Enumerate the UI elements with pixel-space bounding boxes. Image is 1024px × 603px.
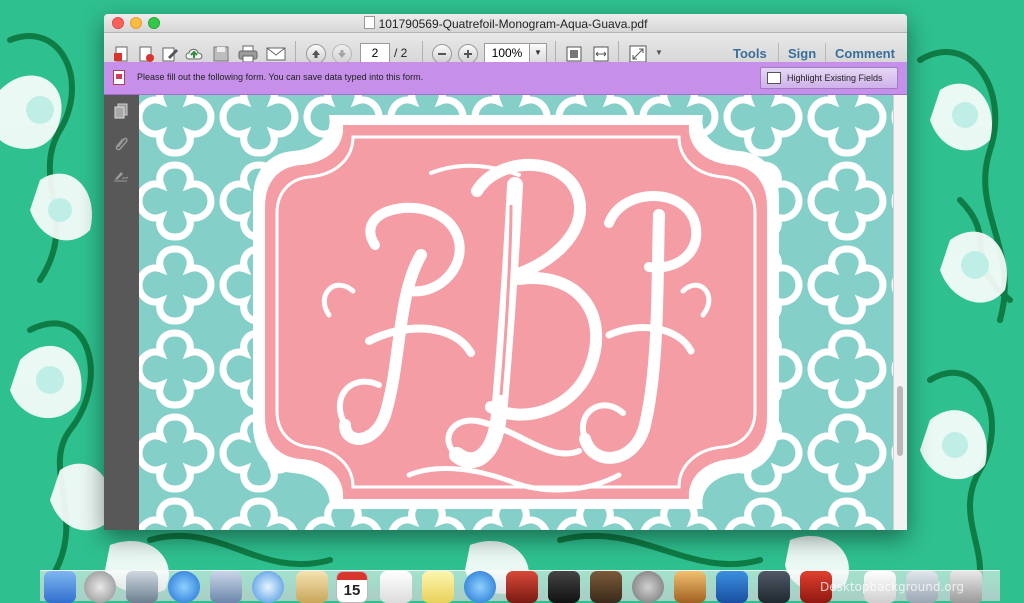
reminders-icon[interactable] xyxy=(380,571,412,603)
cloud-upload-icon[interactable] xyxy=(184,44,204,64)
facetime-icon[interactable] xyxy=(758,571,790,603)
imovie-icon[interactable] xyxy=(548,571,580,603)
notes-icon[interactable] xyxy=(422,571,454,603)
finder-icon[interactable] xyxy=(44,571,76,603)
form-notification-bar: Please fill out the following form. You … xyxy=(104,62,907,95)
comment-link[interactable]: Comment xyxy=(835,46,895,61)
system-preferences-icon[interactable] xyxy=(632,571,664,603)
save-icon[interactable] xyxy=(211,44,231,64)
highlight-fields-icon xyxy=(767,72,781,84)
tools-link[interactable]: Tools xyxy=(733,46,767,61)
window-title: 101790569-Quatrefoil-Monogram-Aqua-Guava… xyxy=(378,17,648,31)
highlight-fields-button[interactable]: Highlight Existing Fields xyxy=(760,67,898,89)
app-store-icon[interactable] xyxy=(168,571,200,603)
create-pdf-icon[interactable] xyxy=(112,44,132,64)
garageband-icon[interactable] xyxy=(674,571,706,603)
safari-icon[interactable] xyxy=(252,571,284,603)
mission-control-icon[interactable] xyxy=(126,571,158,603)
itunes-icon[interactable] xyxy=(464,571,496,603)
scrollbar-thumb[interactable] xyxy=(897,386,903,456)
watermark-text: Desktopbackground.org xyxy=(820,580,964,594)
preview-icon[interactable] xyxy=(210,571,242,603)
calendar-icon[interactable]: 15 xyxy=(336,571,368,603)
form-message: Please fill out the following form. You … xyxy=(137,72,424,82)
highlight-fields-label: Highlight Existing Fields xyxy=(787,73,883,83)
window-title-area: 101790569-Quatrefoil-Monogram-Aqua-Guava… xyxy=(104,16,907,31)
vertical-scrollbar[interactable] xyxy=(893,95,907,530)
title-bar: 101790569-Quatrefoil-Monogram-Aqua-Guava… xyxy=(104,14,907,33)
calendar-day: 15 xyxy=(343,582,361,599)
zoom-level-input[interactable]: 100% xyxy=(484,43,530,63)
zoom-dropdown-button[interactable]: ▼ xyxy=(529,43,547,63)
page-thumbnails-icon[interactable] xyxy=(113,103,129,119)
launchpad-icon[interactable] xyxy=(84,571,116,603)
page-up-icon[interactable] xyxy=(306,44,326,64)
fullscreen-icon[interactable] xyxy=(628,44,648,64)
zoom-out-icon[interactable] xyxy=(432,44,452,64)
photo-booth-icon[interactable] xyxy=(506,571,538,603)
pdf-document-icon xyxy=(363,16,375,29)
print-icon[interactable] xyxy=(238,44,258,64)
sign-link[interactable]: Sign xyxy=(788,46,816,61)
iphoto-icon[interactable] xyxy=(590,571,622,603)
attachments-icon[interactable] xyxy=(113,135,129,151)
navigation-sidebar xyxy=(104,95,139,530)
word-icon[interactable] xyxy=(716,571,748,603)
document-page: E B J xyxy=(139,95,893,530)
fit-width-icon[interactable] xyxy=(591,44,611,64)
toolbar-more-dropdown[interactable]: ▼ xyxy=(655,48,663,57)
zoom-in-icon[interactable] xyxy=(458,44,478,64)
contacts-icon[interactable] xyxy=(296,571,328,603)
email-icon[interactable] xyxy=(266,44,286,64)
save-pdf-icon[interactable] xyxy=(136,44,156,64)
monogram-artwork: E B J xyxy=(139,95,893,530)
fit-page-icon[interactable] xyxy=(564,44,584,64)
edit-icon[interactable] xyxy=(160,44,180,64)
form-icon xyxy=(113,70,125,85)
page-total: / 2 xyxy=(394,46,408,60)
signatures-icon[interactable] xyxy=(113,169,129,185)
page-down-icon[interactable] xyxy=(332,44,352,64)
page-number-input[interactable]: 2 xyxy=(360,43,390,63)
pdf-reader-window: 101790569-Quatrefoil-Monogram-Aqua-Guava… xyxy=(104,14,907,530)
